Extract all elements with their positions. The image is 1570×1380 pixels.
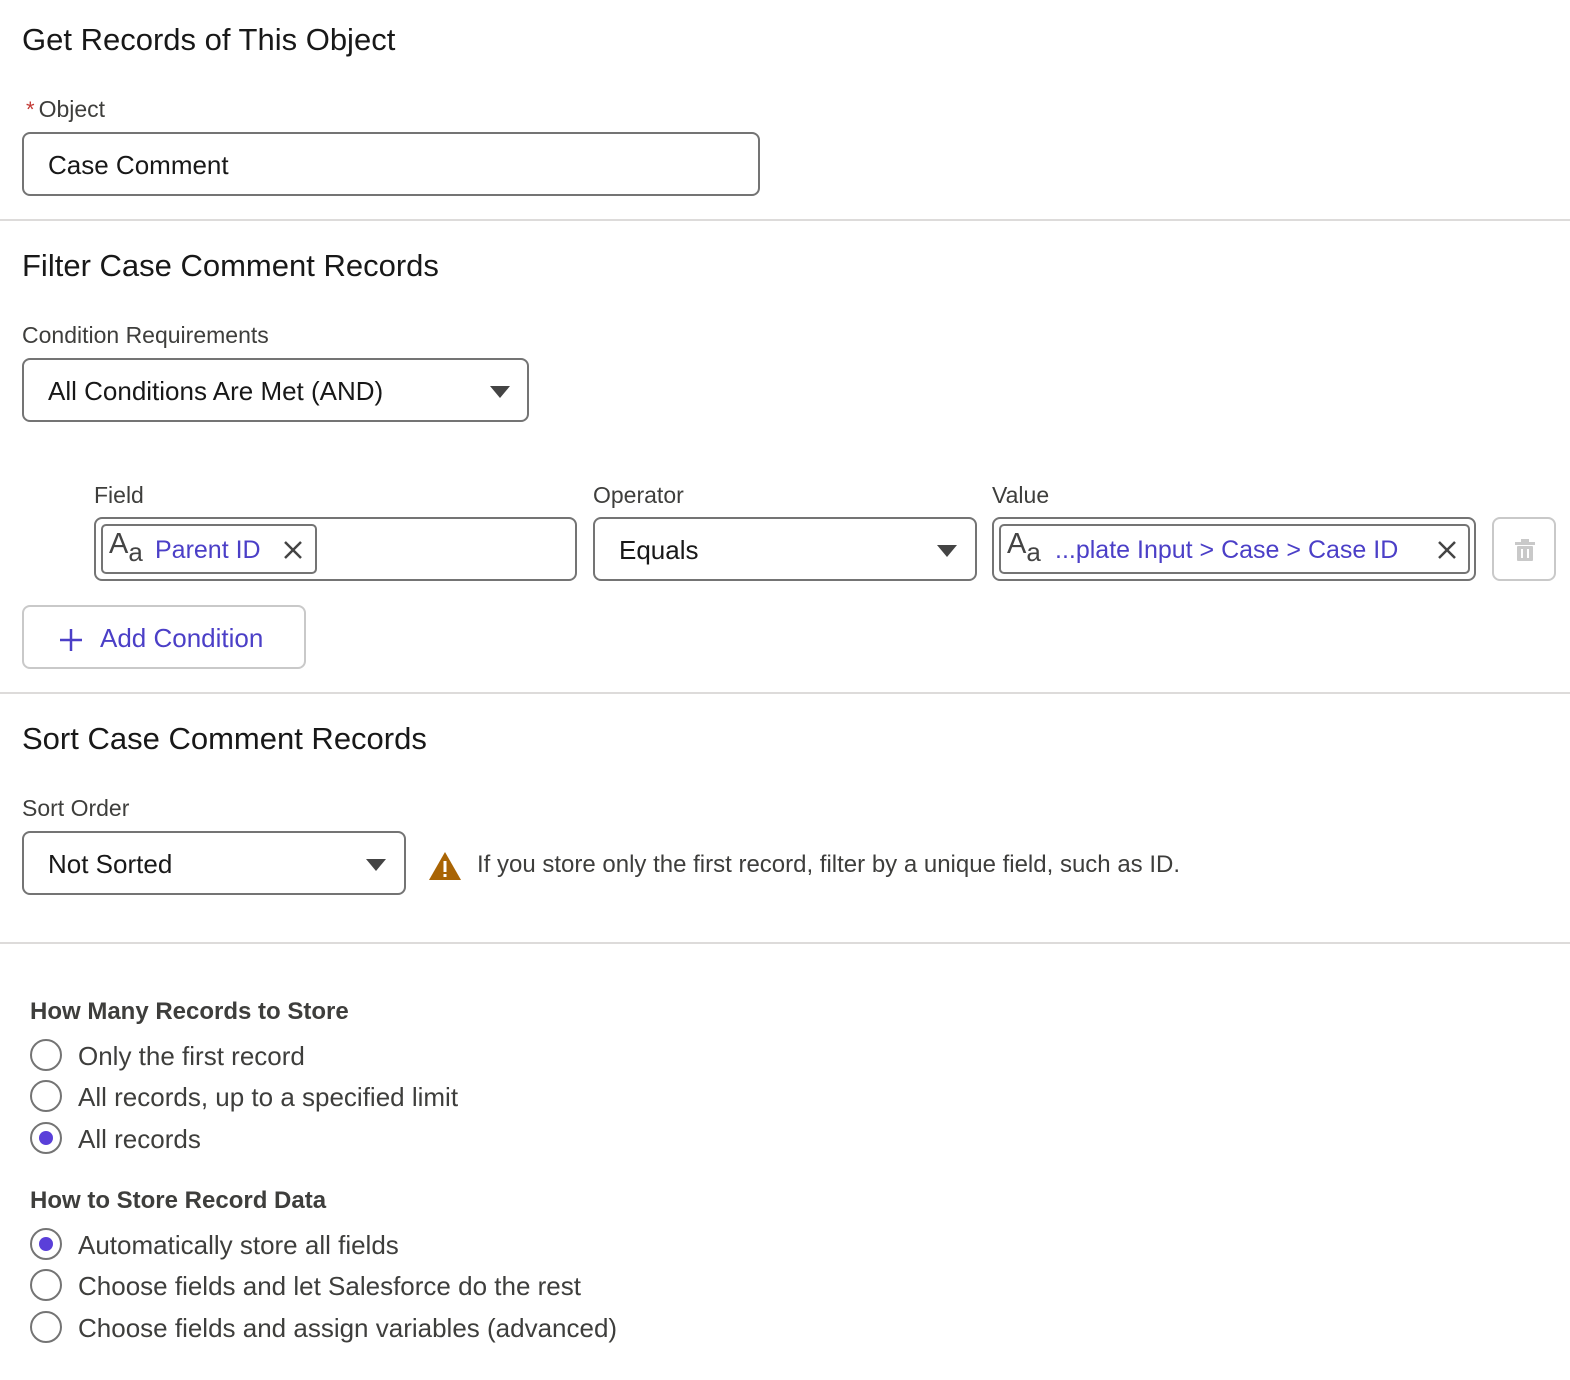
radio-label: Choose fields and let Salesforce do the …: [78, 1271, 581, 1301]
condition-requirements-select[interactable]: All Conditions Are Met (AND): [22, 358, 529, 422]
sort-order-select[interactable]: Not Sorted: [22, 831, 406, 895]
field-pill[interactable]: Aa Parent ID: [101, 524, 317, 574]
radio-auto-store-all-fields[interactable]: [30, 1228, 62, 1260]
radio-label: Automatically store all fields: [78, 1230, 399, 1260]
operator-label: Operator: [593, 482, 684, 508]
required-marker: *: [26, 97, 35, 122]
radio-label: Only the first record: [78, 1041, 305, 1071]
field-label: Field: [94, 482, 144, 508]
close-icon[interactable]: [1435, 538, 1459, 562]
radio-up-to-limit[interactable]: [30, 1080, 62, 1112]
object-label-text: Object: [38, 96, 106, 122]
value-label: Value: [992, 482, 1050, 508]
filter-section-title: Filter Case Comment Records: [22, 248, 439, 283]
field-pill-label: Parent ID: [155, 536, 261, 564]
delete-condition-button[interactable]: [1492, 517, 1556, 581]
value-input[interactable]: Aa ...plate Input > Case > Case ID: [992, 517, 1476, 581]
condition-requirements-label: Condition Requirements: [22, 322, 269, 348]
text-type-icon: Aa: [1007, 528, 1041, 567]
radio-only-first-record[interactable]: [30, 1039, 62, 1071]
chevron-down-icon: [366, 859, 386, 871]
sort-order-value: Not Sorted: [48, 849, 173, 879]
object-input-value: Case Comment: [48, 150, 229, 180]
field-input[interactable]: Aa Parent ID: [94, 517, 577, 581]
radio-label: Choose fields and assign variables (adva…: [78, 1313, 618, 1343]
chevron-down-icon: [490, 386, 510, 398]
radio-all-records[interactable]: [30, 1122, 62, 1154]
add-condition-button[interactable]: Add Condition: [22, 605, 306, 669]
value-pill-label: ...plate Input > Case > Case ID: [1055, 536, 1399, 564]
trash-icon: [1515, 539, 1535, 561]
plus-icon: [60, 629, 82, 651]
warning-icon: [429, 852, 461, 880]
text-type-icon: Aa: [109, 528, 143, 567]
radio-choose-fields-assign-variables[interactable]: [30, 1311, 62, 1343]
section-divider: [0, 219, 1570, 221]
how-many-title: How Many Records to Store: [30, 998, 349, 1025]
operator-value: Equals: [619, 535, 699, 565]
operator-select[interactable]: Equals: [593, 517, 977, 581]
radio-label: All records, up to a specified limit: [78, 1082, 459, 1112]
value-pill[interactable]: Aa ...plate Input > Case > Case ID: [999, 524, 1470, 574]
section-divider: [0, 692, 1570, 694]
condition-requirements-value: All Conditions Are Met (AND): [48, 376, 384, 406]
add-condition-label: Add Condition: [100, 623, 264, 653]
sort-order-label: Sort Order: [22, 795, 130, 821]
object-section-title: Get Records of This Object: [22, 22, 396, 57]
sort-warning-text: If you store only the first record, filt…: [477, 851, 1180, 878]
close-icon[interactable]: [281, 538, 305, 562]
sort-section-title: Sort Case Comment Records: [22, 721, 427, 756]
object-label: * Object: [26, 96, 105, 123]
section-divider: [0, 942, 1570, 944]
radio-choose-fields-salesforce[interactable]: [30, 1269, 62, 1301]
radio-label: All records: [78, 1124, 201, 1154]
chevron-down-icon: [937, 545, 957, 557]
object-input[interactable]: Case Comment: [22, 132, 760, 196]
how-to-store-title: How to Store Record Data: [30, 1187, 327, 1214]
